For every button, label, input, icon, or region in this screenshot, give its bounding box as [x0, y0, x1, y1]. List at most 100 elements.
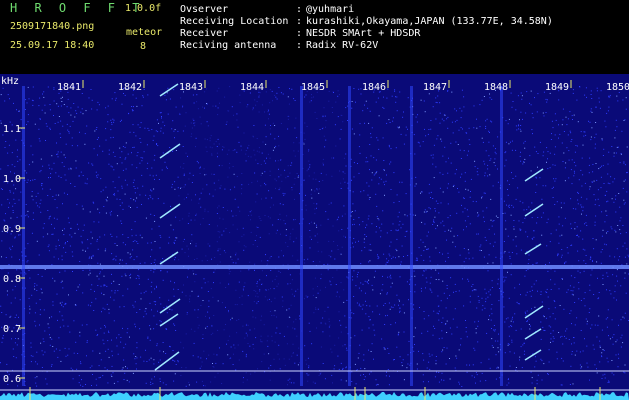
- noise-dot: [396, 238, 398, 240]
- noise-dot: [146, 144, 148, 146]
- noise-dot: [351, 107, 353, 109]
- noise-dot: [330, 256, 332, 258]
- noise-dot: [194, 219, 196, 221]
- noise-dot: [580, 131, 582, 133]
- noise-dot: [352, 191, 354, 193]
- noise-dot: [591, 127, 593, 129]
- noise-dot: [32, 355, 34, 357]
- noise-dot: [573, 342, 575, 344]
- noise-dot: [295, 290, 297, 292]
- noise-dot: [484, 307, 486, 309]
- noise-dot: [121, 368, 123, 370]
- noise-dot: [451, 91, 453, 93]
- noise-dot: [447, 172, 449, 174]
- noise-dot: [210, 288, 212, 290]
- noise-dot: [227, 209, 229, 211]
- noise-dot: [541, 379, 543, 381]
- noise-dot: [608, 381, 610, 383]
- noise-dot: [413, 336, 415, 338]
- noise-dot: [296, 137, 298, 139]
- noise-dot: [429, 256, 431, 258]
- noise-dot: [515, 236, 517, 238]
- noise-dot: [329, 281, 331, 283]
- noise-dot: [530, 325, 531, 327]
- noise-dot: [104, 367, 106, 369]
- noise-dot: [507, 343, 509, 345]
- noise-dot: [568, 339, 570, 340]
- noise-dot: [577, 192, 579, 194]
- noise-dot: [72, 271, 73, 272]
- vertical-interference: [500, 86, 503, 386]
- noise-dot: [346, 276, 348, 278]
- noise-dot: [335, 145, 337, 147]
- noise-dot: [600, 262, 602, 264]
- noise-dot: [259, 236, 261, 238]
- noise-dot: [293, 183, 295, 185]
- noise-dot: [531, 129, 533, 131]
- noise-dot: [548, 361, 550, 363]
- noise-dot: [13, 102, 14, 104]
- noise-dot: [232, 215, 234, 217]
- noise-dot: [106, 285, 108, 287]
- noise-dot: [572, 290, 574, 292]
- noise-dot: [268, 233, 270, 235]
- noise-dot: [599, 346, 601, 348]
- noise-dot: [334, 124, 336, 126]
- noise-dot: [353, 223, 355, 225]
- noise-dot: [308, 367, 310, 369]
- noise-dot: [343, 289, 345, 291]
- noise-dot: [179, 113, 181, 115]
- noise-dot: [360, 263, 362, 265]
- noise-dot: [484, 236, 486, 238]
- noise-dot: [589, 186, 591, 188]
- noise-dot: [395, 229, 397, 231]
- noise-dot: [402, 223, 404, 225]
- noise-dot: [490, 120, 492, 122]
- noise-dot: [395, 257, 396, 259]
- noise-dot: [295, 117, 297, 119]
- noise-dot: [294, 100, 296, 101]
- noise-dot: [444, 323, 446, 325]
- noise-dot: [338, 94, 340, 96]
- noise-dot: [561, 254, 563, 256]
- noise-dot: [188, 212, 190, 214]
- noise-dot: [399, 91, 401, 93]
- noise-dot: [339, 320, 341, 322]
- noise-dot: [47, 210, 49, 211]
- noise-dot: [128, 205, 130, 207]
- noise-dot: [71, 236, 73, 238]
- noise-dot: [107, 348, 109, 350]
- noise-dot: [183, 198, 185, 200]
- noise-dot: [289, 378, 291, 380]
- noise-dot: [453, 235, 455, 237]
- noise-dot: [69, 125, 71, 127]
- noise-dot: [173, 295, 175, 297]
- noise-dot: [110, 374, 112, 376]
- noise-dot: [513, 228, 515, 230]
- noise-dot: [38, 206, 40, 208]
- noise-dot: [414, 153, 416, 155]
- noise-dot: [16, 216, 18, 218]
- noise-dot: [485, 127, 487, 129]
- noise-dot: [552, 127, 554, 129]
- noise-dot: [274, 178, 276, 180]
- noise-dot: [68, 222, 70, 224]
- noise-dot: [263, 353, 265, 355]
- noise-dot: [379, 227, 381, 229]
- noise-dot: [43, 309, 45, 311]
- noise-dot: [236, 304, 238, 306]
- noise-dot: [607, 309, 609, 311]
- noise-dot: [225, 306, 226, 308]
- noise-dot: [31, 195, 33, 197]
- noise-dot: [119, 120, 121, 122]
- noise-dot: [121, 223, 123, 224]
- noise-dot: [115, 99, 117, 101]
- noise-dot: [5, 314, 7, 316]
- time-tick-label: 1843: [179, 82, 203, 93]
- noise-dot: [342, 121, 344, 123]
- noise-dot: [41, 183, 43, 185]
- noise-dot: [555, 229, 557, 231]
- noise-dot: [530, 209, 531, 211]
- noise-dot: [406, 281, 408, 283]
- noise-dot: [422, 141, 424, 143]
